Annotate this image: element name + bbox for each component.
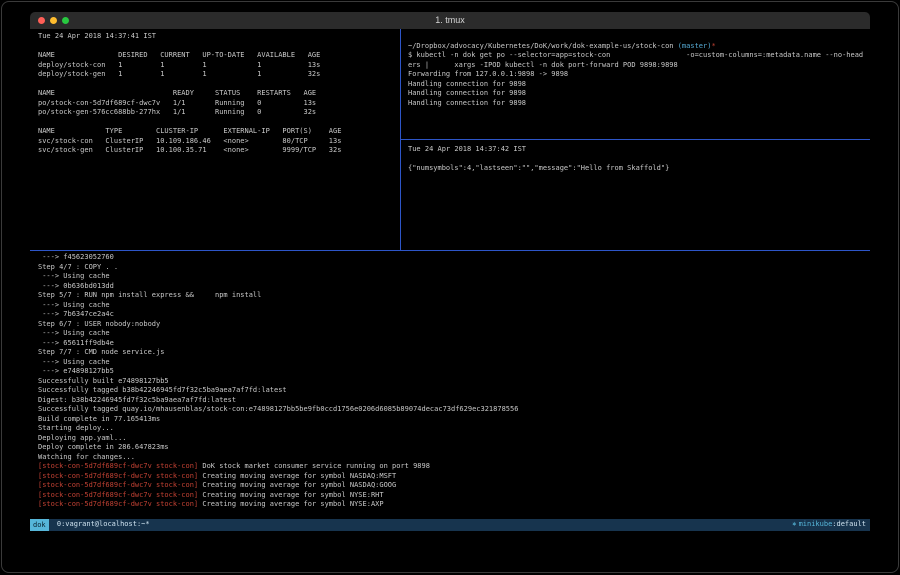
pane-service-response[interactable]: Tue 24 Apr 2018 14:37:42 IST {"numsymbol… (402, 141, 870, 249)
tmux-terminal: Tue 24 Apr 2018 14:37:41 IST NAME DESIRE… (30, 29, 870, 531)
terminal-line (38, 42, 400, 52)
terminal-line: svc/stock-gen ClusterIP 10.100.35.71 <no… (38, 146, 400, 156)
pane-border-right-split (401, 139, 870, 140)
terminal-line: NAME TYPE CLUSTER-IP EXTERNAL-IP PORT(S)… (38, 127, 400, 137)
terminal-line: ---> Using cache (38, 358, 870, 368)
terminal-line: [stock-con-5d7df689cf-dwc7v stock-con] C… (38, 472, 870, 482)
terminal-window: 1. tmux Tue 24 Apr 2018 14:37:41 IST NAM… (1, 1, 899, 573)
terminal-line: ---> Using cache (38, 329, 870, 339)
terminal-line: Deploy complete in 286.647823ms (38, 443, 870, 453)
terminal-line: Successfully tagged quay.io/mhausenblas/… (38, 405, 870, 415)
terminal-line: po/stock-con-5d7df689cf-dwc7v 1/1 Runnin… (38, 99, 400, 109)
terminal-line (408, 32, 870, 42)
terminal-line: ---> Using cache (38, 272, 870, 282)
terminal-line: NAME DESIRED CURRENT UP-TO-DATE AVAILABL… (38, 51, 400, 61)
terminal-line: po/stock-gen-576cc688bb-277hx 1/1 Runnin… (38, 108, 400, 118)
terminal-line: Deploying app.yaml... (38, 434, 870, 444)
terminal-line: Handling connection for 9898 (408, 80, 870, 90)
terminal-line: ---> f45623052760 (38, 253, 870, 263)
terminal-line: {"numsymbols":4,"lastseen":"","message":… (408, 164, 870, 174)
terminal-line: ~/Dropbox/advocacy/Kubernetes/DoK/work/d… (408, 42, 870, 52)
terminal-line: NAME READY STATUS RESTARTS AGE (38, 89, 400, 99)
terminal-line: ---> e74898127bb5 (38, 367, 870, 377)
terminal-line: $ kubectl -n dok get po --selector=app=s… (408, 51, 870, 61)
minimize-button[interactable] (50, 17, 57, 24)
terminal-line: Build complete in 77.165413ms (38, 415, 870, 425)
session-badge[interactable]: dok (30, 519, 49, 531)
terminal-line: deploy/stock-con 1 1 1 1 13s (38, 61, 400, 71)
pane-skaffold-log[interactable]: ---> f45623052760Step 4/7 : COPY . . ---… (30, 251, 870, 519)
kube-namespace-label: :default (832, 520, 866, 530)
terminal-line: svc/stock-con ClusterIP 10.109.186.46 <n… (38, 137, 400, 147)
terminal-line: Step 7/7 : CMD node service.js (38, 348, 870, 358)
terminal-line: [stock-con-5d7df689cf-dwc7v stock-con] C… (38, 500, 870, 510)
kubernetes-helm-icon: ⎈ (792, 520, 796, 530)
kube-context-label: minikube (799, 520, 833, 530)
window-titlebar: 1. tmux (30, 12, 870, 29)
pane-border-main-split (30, 250, 870, 251)
pane-kubectl-watch[interactable]: Tue 24 Apr 2018 14:37:41 IST NAME DESIRE… (30, 29, 400, 249)
terminal-line (408, 155, 870, 165)
terminal-line: [stock-con-5d7df689cf-dwc7v stock-con] C… (38, 481, 870, 491)
terminal-line: deploy/stock-gen 1 1 1 1 32s (38, 70, 400, 80)
terminal-line: Starting deploy... (38, 424, 870, 434)
terminal-line: Digest: b38b42246945fd7f32c5ba9aea7af7fd… (38, 396, 870, 406)
traffic-lights (38, 17, 69, 24)
terminal-line: ---> Using cache (38, 301, 870, 311)
terminal-line: Tue 24 Apr 2018 14:37:41 IST (38, 32, 400, 42)
terminal-line: [stock-con-5d7df689cf-dwc7v stock-con] D… (38, 462, 870, 472)
terminal-line: Step 4/7 : COPY . . (38, 263, 870, 273)
terminal-line: ---> 0b636bd013dd (38, 282, 870, 292)
terminal-line: Step 5/7 : RUN npm install express && np… (38, 291, 870, 301)
terminal-line: Watching for changes... (38, 453, 870, 463)
terminal-line: Successfully built e74898127bb5 (38, 377, 870, 387)
terminal-line: ---> 65611ff9db4e (38, 339, 870, 349)
terminal-line: [stock-con-5d7df689cf-dwc7v stock-con] C… (38, 491, 870, 501)
terminal-line: Handling connection for 9898 (408, 89, 870, 99)
tmux-status-bar: dok 0:vagrant@localhost:~* ⎈ minikube :d… (30, 519, 870, 531)
zoom-button[interactable] (62, 17, 69, 24)
window-label[interactable]: 0:vagrant@localhost:~* (53, 520, 150, 530)
pane-port-forward[interactable]: ~/Dropbox/advocacy/Kubernetes/DoK/work/d… (402, 29, 870, 139)
terminal-line (38, 80, 400, 90)
terminal-line: Handling connection for 9898 (408, 99, 870, 109)
terminal-line: Successfully tagged b38b42246945fd7f32c5… (38, 386, 870, 396)
close-button[interactable] (38, 17, 45, 24)
terminal-line: Tue 24 Apr 2018 14:37:42 IST (408, 145, 870, 155)
window-title: 1. tmux (30, 12, 870, 29)
terminal-line: ers | xargs -IPOD kubectl -n dok port-fo… (408, 61, 870, 71)
terminal-line: Forwarding from 127.0.0.1:9898 -> 9898 (408, 70, 870, 80)
terminal-line (38, 118, 400, 128)
terminal-line: ---> 7b6347ce2a4c (38, 310, 870, 320)
terminal-line: Step 6/7 : USER nobody:nobody (38, 320, 870, 330)
